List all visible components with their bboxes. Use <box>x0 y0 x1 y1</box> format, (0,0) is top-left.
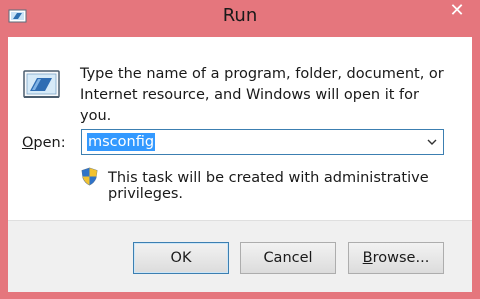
uac-shield-icon <box>81 167 98 186</box>
run-icon <box>23 70 60 98</box>
open-input-value[interactable]: msconfig <box>87 133 156 151</box>
cancel-button-label: Cancel <box>263 250 313 266</box>
close-icon: ✕ <box>449 0 465 21</box>
ok-button-label: OK <box>170 250 192 266</box>
open-label: Open: <box>22 135 66 151</box>
title-bar[interactable]: Run ✕ <box>0 0 480 36</box>
browse-button[interactable]: Browse... <box>348 242 444 274</box>
close-button[interactable]: ✕ <box>439 0 475 22</box>
cancel-button[interactable]: Cancel <box>240 242 336 274</box>
browse-button-label: Browse... <box>362 250 430 266</box>
ok-button[interactable]: OK <box>133 242 229 274</box>
chevron-down-icon <box>427 139 437 145</box>
description-text: Type the name of a program, folder, docu… <box>80 66 444 124</box>
window-title: Run <box>222 5 258 26</box>
run-dialog: Run ✕ Type the name of a program, folder… <box>0 0 480 299</box>
open-combobox[interactable]: msconfig <box>81 129 444 155</box>
button-bar: OK Cancel Browse... <box>8 220 472 292</box>
dropdown-button[interactable] <box>423 130 441 154</box>
admin-privileges-note: This task will be created with administr… <box>108 170 429 202</box>
dialog-body: Type the name of a program, folder, docu… <box>8 37 472 220</box>
